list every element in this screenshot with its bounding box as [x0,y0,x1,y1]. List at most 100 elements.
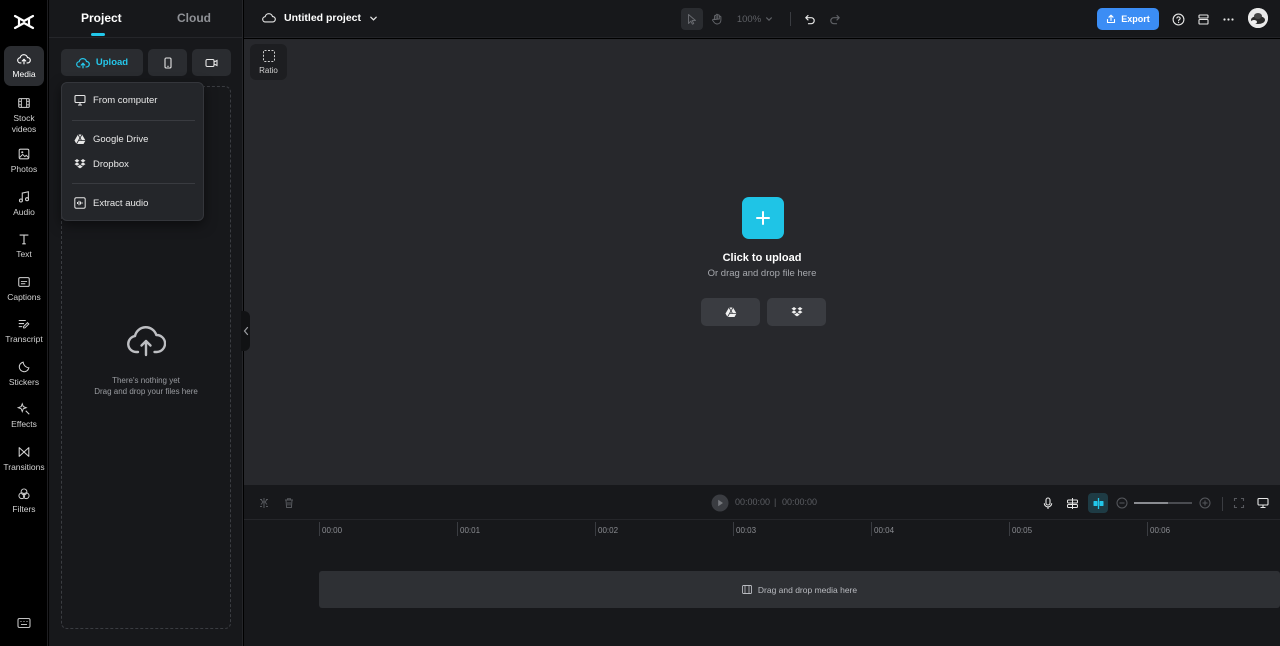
ruler-tick [319,522,320,536]
dropbox-button[interactable] [767,298,826,326]
magnet-snap-button[interactable] [1064,495,1080,511]
delete-button[interactable] [281,495,297,511]
rail-label-filters: Filters [12,504,36,514]
user-avatar[interactable] [1248,8,1268,28]
preview-canvas: Ratio Click to upload Or drag and drop f… [244,39,1280,485]
empty-state-hint: Drag and drop your files here [94,387,198,396]
rail-label-audio: Audio [13,207,35,217]
film-icon [741,585,752,594]
menu-item-google-drive[interactable]: Google Drive [62,128,203,150]
rail-item-stock-videos[interactable]: Stock videos [4,93,44,137]
ratio-button[interactable]: Ratio [250,44,287,80]
export-button[interactable]: Export [1097,8,1159,30]
dropbox-icon [74,159,86,169]
film-icon [18,97,30,108]
rail-item-photos[interactable]: Photos [4,141,44,181]
captions-icon [18,277,30,287]
rail-item-captions[interactable]: Captions [4,269,44,309]
select-tool-button[interactable] [681,8,703,30]
project-title-menu[interactable]: Untitled project [262,11,378,25]
keyboard-shortcuts-icon[interactable] [17,616,31,630]
upload-button-label: Upload [95,57,129,68]
music-note-icon [18,191,30,203]
phone-upload-button[interactable] [148,49,187,76]
record-audio-button[interactable] [1040,495,1056,511]
timeline-divider [244,519,1280,520]
zoom-level: 100% [736,13,762,25]
export-button-label: Export [1121,14,1150,24]
media-track-drop-zone[interactable]: Drag and drop media here [319,571,1280,608]
zoom-in-icon [1199,497,1211,509]
more-options-button[interactable] [1219,8,1237,30]
collapse-panel-handle[interactable] [241,311,250,351]
click-to-upload-button[interactable] [742,197,784,239]
tab-project[interactable]: Project [81,11,122,25]
upload-subtitle: Or drag and drop file here [707,268,817,279]
upload-button[interactable]: Upload [61,49,143,76]
capcut-logo-icon[interactable] [12,10,36,34]
rail-label-stock: Stock [13,112,35,123]
toolbar-separator [790,12,791,26]
zoom-level-dropdown[interactable]: 100% [735,8,775,30]
google-drive-button[interactable] [701,298,760,326]
upload-title: Click to upload [722,252,802,264]
menu-item-extract-audio[interactable]: Extract audio [62,192,203,214]
ruler-label: 00:00 [322,526,343,535]
layers-button[interactable] [1194,8,1212,30]
filter-icon [18,488,30,500]
rail-item-transitions[interactable]: Transitions [3,439,45,479]
avatar-icon [1248,8,1268,28]
text-icon [19,234,29,245]
zoom-out-button[interactable] [1114,495,1130,511]
play-button[interactable] [711,494,729,512]
cloud-upload-icon [76,57,90,68]
sparkle-icon [17,402,30,415]
hand-tool-button[interactable] [707,8,727,30]
menu-item-dropbox[interactable]: Dropbox [62,153,203,175]
menu-label-google-drive: Google Drive [93,133,149,145]
top-bar: Untitled project 100% Export [244,0,1280,38]
microphone-icon [1043,496,1053,509]
rail-label-captions: Captions [7,292,41,302]
ruler-tick [457,522,458,536]
rail-item-media[interactable]: Media [4,46,44,86]
split-button[interactable] [256,495,272,511]
undo-icon [805,14,815,25]
export-icon [1107,14,1116,24]
ruler-tick [871,522,872,536]
rail-item-filters[interactable]: Filters [4,481,44,521]
rail-item-audio[interactable]: Audio [4,184,44,224]
panel-divider [49,37,243,38]
timeline-zoom-slider[interactable] [1134,502,1192,504]
current-time: 00:00:00 [735,497,771,507]
undo-button[interactable] [800,8,820,30]
redo-button[interactable] [825,8,845,30]
rail-item-text[interactable]: Text [4,226,44,266]
rail-label-text: Text [16,249,32,259]
ruler-tick [595,522,596,536]
monitor-icon [74,94,86,106]
record-video-button[interactable] [192,49,231,76]
project-title: Untitled project [284,12,362,24]
rail-label-effects: Effects [11,419,37,429]
dropbox-icon [791,307,802,317]
rail-item-effects[interactable]: Effects [4,396,44,436]
menu-item-from-computer[interactable]: From computer [62,89,203,111]
ruler-label: 00:06 [1150,526,1171,535]
ruler-label: 00:01 [460,526,481,535]
active-tab-indicator [91,33,105,36]
rail-item-stickers[interactable]: Stickers [4,354,44,394]
timeline-settings-button[interactable] [1255,495,1271,511]
monitor-icon [1257,497,1269,509]
zoom-in-button[interactable] [1197,495,1213,511]
more-horizontal-icon [1222,17,1234,21]
rail-label-stickers: Stickers [8,377,40,387]
chevron-down-icon [766,17,773,21]
fit-screen-icon [1233,497,1245,509]
tab-cloud[interactable]: Cloud [177,11,211,25]
rail-item-transcript[interactable]: Transcript [4,311,44,351]
aspect-ratio-icon [262,50,275,62]
help-button[interactable] [1169,8,1187,30]
auto-snap-toggle[interactable] [1088,493,1108,513]
fit-timeline-button[interactable] [1231,495,1247,511]
